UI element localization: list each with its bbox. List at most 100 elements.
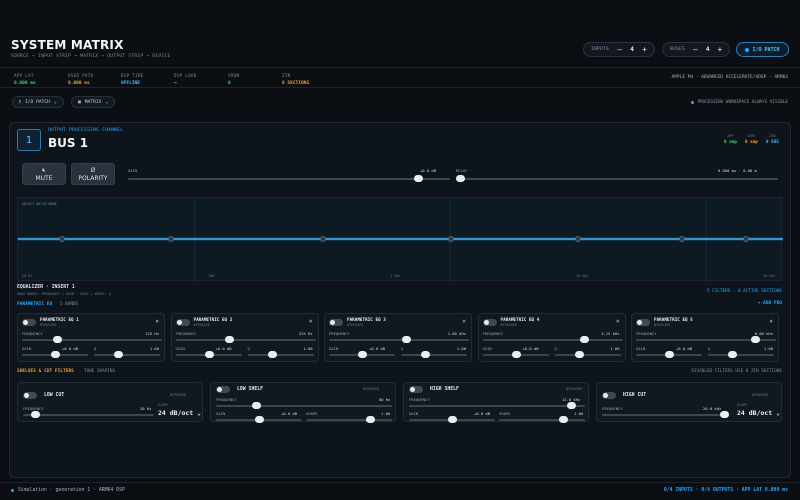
peq-q-slider[interactable]	[247, 351, 314, 358]
eq-node-peq-3[interactable]	[575, 236, 581, 242]
peq-gain-slider[interactable]	[175, 351, 242, 358]
close-icon[interactable]: ×	[309, 318, 313, 325]
low-shelf-toggle[interactable]	[216, 386, 230, 393]
peq-band-toggle[interactable]	[22, 319, 36, 326]
gain-slider-track[interactable]	[128, 175, 450, 182]
close-icon[interactable]: ×	[769, 318, 773, 325]
inputs-decrement-button[interactable]: —	[617, 45, 622, 54]
high-shelf-toggle[interactable]	[409, 386, 423, 393]
close-icon[interactable]: ×	[155, 318, 159, 325]
peq-frequency-value: 125 Hz	[145, 331, 159, 336]
peq-frequency-handle[interactable]	[53, 336, 62, 343]
low-shelf-frequency-handle[interactable]	[252, 402, 261, 409]
high-shelf-shape-slider[interactable]	[499, 416, 585, 423]
high-shelf-state: BYPASSED	[566, 387, 583, 391]
peq-q-slider[interactable]	[708, 351, 774, 358]
eq-node-low-cut[interactable]	[59, 236, 65, 242]
low-shelf-gain-handle[interactable]	[255, 416, 264, 423]
eq-node-peq-2[interactable]	[448, 236, 454, 242]
peq-gain-slider[interactable]	[22, 351, 88, 358]
peq-frequency-handle[interactable]	[402, 336, 411, 343]
peq-band-toggle[interactable]	[482, 319, 497, 326]
peq-q-value: 1.00	[610, 346, 620, 351]
buses-value: 4	[705, 46, 710, 53]
buses-increment-button[interactable]: +	[718, 45, 723, 54]
peq-q-handle[interactable]	[421, 351, 430, 358]
low-shelf-shape-slider[interactable]	[306, 416, 392, 423]
eq-node-peq-4[interactable]	[679, 236, 685, 242]
peq-gain-handle[interactable]	[204, 351, 214, 358]
peq-q-handle[interactable]	[114, 351, 123, 358]
peq-q-slider[interactable]	[554, 351, 621, 358]
peq-frequency-handle[interactable]	[579, 336, 589, 343]
io-patch-button[interactable]: I/O PATCH	[736, 42, 789, 57]
tab-tone-shaping[interactable]: TONE SHAPING	[84, 369, 115, 374]
high-cut-slope-select[interactable]: 24 dB/oct ⌄	[737, 409, 780, 417]
peq-frequency-slider[interactable]	[175, 336, 316, 343]
tab-parametric-eq[interactable]: PARAMETRIC EQ	[17, 302, 52, 307]
latency-value: 0 smp	[724, 140, 737, 145]
low-cut-toggle[interactable]	[23, 392, 37, 399]
peq-frequency-slider[interactable]	[329, 336, 469, 343]
peq-band-state: BYPASSED	[193, 323, 210, 327]
low-shelf-frequency-slider[interactable]	[216, 402, 392, 409]
low-cut-frequency-slider[interactable]	[23, 411, 154, 418]
channel-latency-zin: ZIN 0 SOS	[766, 134, 779, 145]
peq-frequency-label: FREQUENCY	[22, 331, 43, 336]
inputs-increment-button[interactable]: +	[642, 45, 647, 54]
polarity-button[interactable]: Ø POLARITY	[71, 163, 115, 185]
add-peq-button[interactable]: + ADD PEQ	[758, 301, 782, 306]
high-shelf-gain-handle[interactable]	[448, 416, 457, 423]
peq-frequency-slider[interactable]	[22, 336, 162, 343]
low-shelf-shape-handle[interactable]	[366, 416, 375, 423]
high-shelf-shape-handle[interactable]	[559, 416, 568, 423]
peq-frequency-slider[interactable]	[482, 336, 623, 343]
io-patch-dropdown[interactable]: ⫯ I/O PATCH ⌄	[12, 96, 64, 108]
peq-q-handle[interactable]	[574, 351, 584, 358]
delay-slider-handle[interactable]	[456, 175, 465, 182]
mute-button[interactable]: 🔇︎ MUTE	[22, 163, 66, 185]
peq-band-toggle[interactable]	[636, 319, 650, 326]
peq-band-toggle[interactable]	[175, 319, 190, 326]
peq-frequency-label: FREQUENCY	[482, 331, 504, 336]
peq-gain-handle[interactable]	[51, 351, 60, 358]
peq-frequency-handle[interactable]	[751, 336, 760, 343]
buses-decrement-button[interactable]: —	[693, 45, 698, 54]
high-shelf-gain-slider[interactable]	[409, 416, 495, 423]
eq-graph[interactable]: SELECT AN EQ NODE 20 Hz 100 1 kHz 10 kHz…	[17, 197, 783, 282]
low-shelf-gain-slider[interactable]	[216, 416, 302, 423]
high-cut-frequency-handle[interactable]	[720, 411, 729, 418]
matrix-dropdown[interactable]: ▦ MATRIX ⌄	[71, 96, 116, 108]
peq-gain-slider[interactable]	[482, 351, 549, 358]
peq-gain-handle[interactable]	[358, 351, 367, 358]
peq-q-handle[interactable]	[267, 351, 277, 358]
delay-slider-track[interactable]	[456, 175, 778, 182]
peq-gain-handle[interactable]	[665, 351, 674, 358]
eq-node-low-shelf[interactable]	[168, 236, 174, 242]
close-icon[interactable]: ×	[462, 318, 466, 325]
peq-frequency-slider[interactable]	[636, 336, 776, 343]
eq-node-high-cut[interactable]	[743, 236, 749, 242]
high-cut-frequency-slider[interactable]	[602, 411, 729, 418]
high-cut-toggle[interactable]	[602, 392, 616, 399]
eq-curve-plot[interactable]	[18, 198, 783, 282]
peq-q-slider[interactable]	[401, 351, 467, 358]
gain-slider-handle[interactable]	[413, 175, 423, 182]
peq-band-toggle[interactable]	[329, 319, 343, 326]
high-shelf-frequency-handle[interactable]	[567, 402, 576, 409]
low-cut-frequency-handle[interactable]	[31, 411, 40, 418]
peq-gain-handle[interactable]	[511, 351, 521, 358]
low-cut-state: BYPASSED	[170, 393, 187, 397]
high-shelf-frequency-slider[interactable]	[409, 402, 585, 409]
low-cut-slope-select[interactable]: 24 dB/oct ⌄	[158, 409, 201, 417]
peq-frequency-handle[interactable]	[224, 336, 234, 343]
peq-q-slider[interactable]	[94, 351, 160, 358]
channel-number-badge[interactable]: 1	[17, 129, 41, 151]
close-icon[interactable]: ×	[616, 318, 620, 325]
peq-gain-slider[interactable]	[636, 351, 702, 358]
peq-frequency-value: 3.15 kHz	[601, 331, 620, 336]
peq-q-handle[interactable]	[728, 351, 737, 358]
eq-node-peq-1[interactable]	[320, 236, 326, 242]
peq-gain-slider[interactable]	[329, 351, 395, 358]
tab-shelves-cut[interactable]: SHELVES & CUT FILTERS	[17, 369, 74, 374]
